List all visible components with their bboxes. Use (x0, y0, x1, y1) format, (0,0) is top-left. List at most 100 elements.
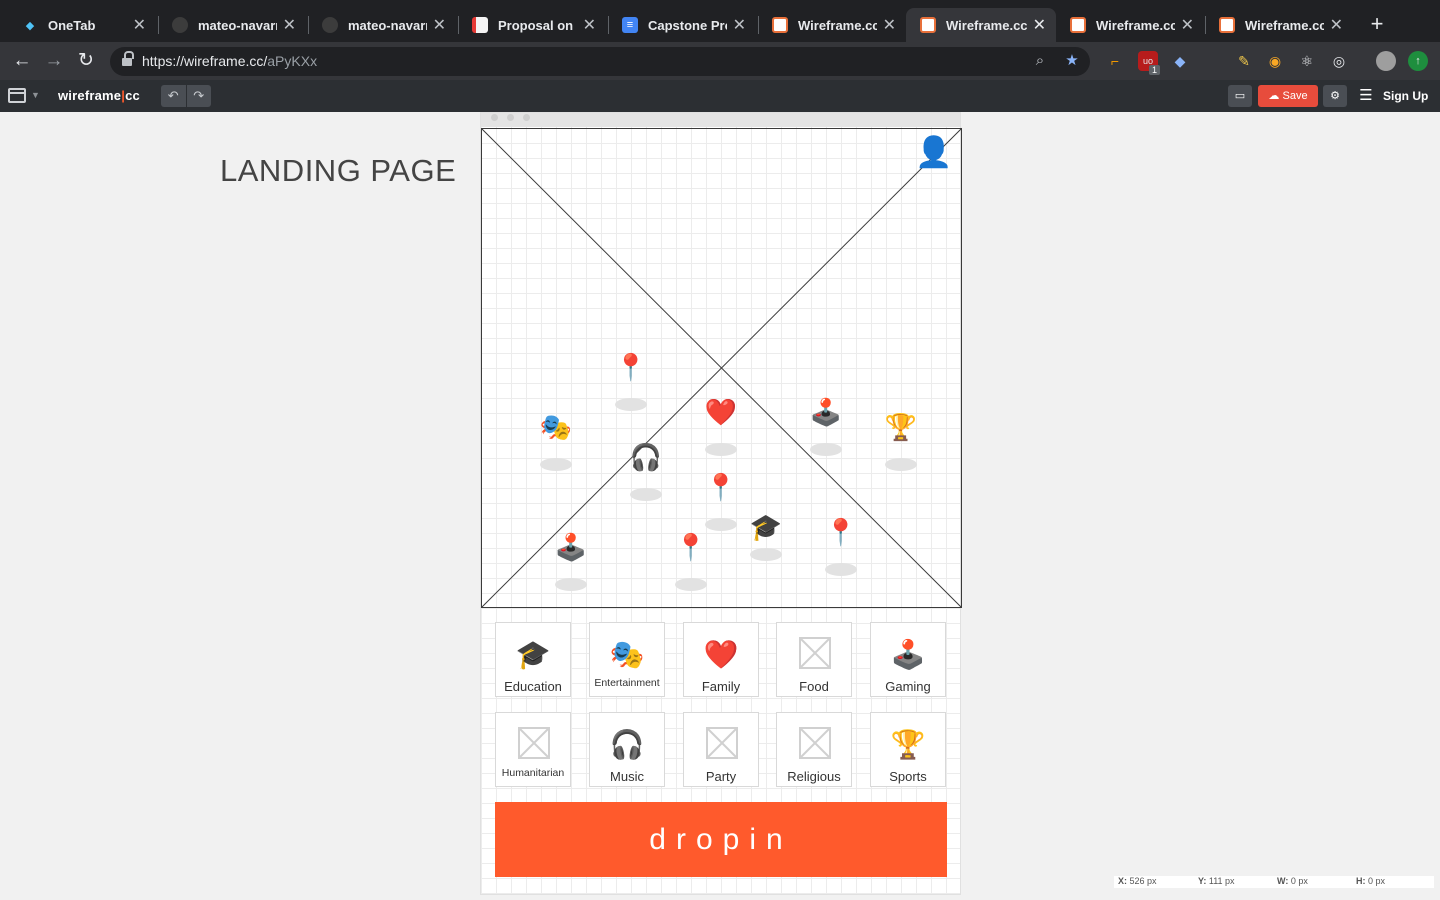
tab-capstone[interactable]: ≡ Capstone Proje ✕ (608, 8, 756, 42)
close-tab-icon[interactable]: ✕ (883, 15, 896, 35)
save-button[interactable]: ☁ Save (1258, 85, 1318, 107)
headphones-icon[interactable]: 🎧 (629, 440, 663, 474)
close-tab-icon[interactable]: ✕ (283, 15, 296, 35)
close-tab-icon[interactable]: ✕ (583, 15, 596, 35)
close-tab-icon[interactable]: ✕ (733, 15, 746, 35)
tab-title: Wireframe.cc - (1245, 17, 1324, 33)
category-education[interactable]: 🎓 Education (495, 622, 571, 697)
redo-icon[interactable]: ↷ (185, 85, 212, 107)
app-logo: wireframe|cc (58, 88, 140, 103)
trophy-icon: 🏆 (890, 729, 926, 760)
device-header (481, 113, 960, 127)
theater-masks-icon[interactable]: 🎭 (539, 410, 573, 444)
tab-github-2[interactable]: mateo-navarre ✕ (308, 8, 456, 42)
menu-icon[interactable]: ☰ (1355, 85, 1377, 107)
tab-wireframe-active[interactable]: Wireframe.cc - ✕ (906, 8, 1056, 42)
window-icon[interactable] (8, 88, 26, 103)
pin-shadow (555, 578, 587, 591)
graduation-cap-icon[interactable]: 🎓 (749, 510, 783, 544)
heart-icon: ❤️ (703, 639, 739, 670)
comment-icon[interactable]: ▭ (1228, 85, 1252, 107)
category-music[interactable]: 🎧 Music (589, 712, 665, 787)
category-label: Music (610, 769, 644, 784)
tab-wireframe-4[interactable]: Wireframe.cc - ✕ (1205, 8, 1353, 42)
dropin-button[interactable]: dropin (495, 802, 947, 877)
category-label: Entertainment (594, 677, 660, 689)
tab-proposal[interactable]: Proposal on 5.1 ✕ (458, 8, 606, 42)
close-tab-icon[interactable]: ✕ (1330, 15, 1343, 35)
headphones-icon: 🎧 (609, 729, 645, 760)
map-pin-icon[interactable]: 📍 (824, 515, 858, 549)
heart-icon[interactable]: ❤️ (704, 395, 738, 429)
settings-sliders-icon[interactable]: ⚙ (1323, 85, 1347, 107)
user-avatar-icon[interactable]: 👤 (915, 135, 952, 170)
forward-icon[interactable]: → (41, 49, 67, 73)
category-entertainment[interactable]: 🎭 Entertainment (589, 622, 665, 697)
pin-shadow (705, 443, 737, 456)
reload-icon[interactable]: ↻ (73, 49, 99, 73)
extension-hammer-icon[interactable]: ⌐ (1105, 51, 1125, 71)
category-family[interactable]: ❤️ Family (683, 622, 759, 697)
category-label: Food (799, 679, 829, 694)
github-icon (322, 17, 338, 33)
close-tab-icon[interactable]: ✕ (433, 15, 446, 35)
close-tab-icon[interactable]: ✕ (133, 15, 146, 35)
back-icon[interactable]: ← (9, 49, 35, 73)
undo-icon[interactable]: ↶ (161, 85, 186, 107)
mobile-frame[interactable]: 📍 🎭 🎧 ❤️ 📍 🕹️ 🏆 🎓 📍 🕹️ 📍 👤 🎓 Education 🎭… (480, 112, 962, 895)
image-placeholder-icon (706, 727, 738, 759)
sign-up-link[interactable]: Sign Up (1383, 89, 1428, 103)
tab-onetab[interactable]: ◆ OneTab ✕ (8, 8, 156, 42)
tab-wireframe-3[interactable]: Wireframe.cc - ✕ (1056, 8, 1204, 42)
new-tab-icon[interactable]: + (1366, 12, 1388, 36)
page-title: LANDING PAGE (220, 153, 457, 188)
extension-badge: 1 (1149, 65, 1161, 75)
map-pin-icon[interactable]: 📍 (674, 530, 708, 564)
map-pin-icon[interactable]: 📍 (614, 350, 648, 384)
browser-toolbar: ← → ↻ https://wireframe.cc/aPyKXx ⌕ ★ ⌐ … (0, 42, 1440, 80)
trophy-icon[interactable]: 🏆 (884, 410, 918, 444)
tab-title: OneTab (48, 17, 96, 33)
owl-extension-icon[interactable]: ◉ (1265, 51, 1285, 71)
proposal-icon (472, 17, 488, 33)
category-label: Party (705, 769, 737, 784)
pencil-extension-icon[interactable]: ✎ (1234, 51, 1254, 71)
url-text: https://wireframe.cc/aPyKXx (142, 53, 318, 69)
react-devtools-icon[interactable]: ⚛ (1297, 51, 1317, 71)
chevron-down-icon[interactable]: ▼ (31, 90, 40, 100)
tab-github-1[interactable]: mateo-navarre ✕ (158, 8, 306, 42)
category-humanitarian[interactable]: Humanitarian (495, 712, 571, 787)
close-tab-icon[interactable]: ✕ (1033, 15, 1046, 35)
category-label: Family (701, 679, 741, 694)
target-extension-icon[interactable]: ◎ (1329, 51, 1349, 71)
joystick-icon[interactable]: 🕹️ (554, 530, 588, 564)
theater-masks-icon: 🎭 (609, 639, 645, 670)
wireframe-icon (920, 17, 936, 33)
map-pin-icon[interactable]: 📍 (704, 470, 738, 504)
wireframe-icon (1219, 17, 1235, 33)
coordinate-readout: X: 526 px Y: 111 px W: 0 px H: 0 px (1114, 876, 1434, 888)
pin-shadow (705, 518, 737, 531)
tab-wireframe-1[interactable]: Wireframe.cc - ✕ (758, 8, 906, 42)
image-placeholder-icon (799, 727, 831, 759)
category-food[interactable]: Food (776, 622, 852, 697)
app-toolbar: ▼ wireframe|cc ↶ ↷ ▭ ☁ Save ⚙ ☰ Sign Up (0, 80, 1440, 112)
wireframe-icon (1070, 17, 1086, 33)
close-tab-icon[interactable]: ✕ (1181, 15, 1194, 35)
zoom-icon[interactable]: ⌕ (1030, 51, 1050, 71)
map-placeholder[interactable]: 📍 🎭 🎧 ❤️ 📍 🕹️ 🏆 🎓 📍 🕹️ 📍 👤 (481, 128, 962, 608)
joystick-icon[interactable]: 🕹️ (809, 395, 843, 429)
lock-icon (122, 51, 134, 67)
category-label: Gaming (885, 679, 931, 694)
onetab-extension-icon[interactable]: ◆ (1170, 51, 1190, 71)
bookmark-star-icon[interactable]: ★ (1062, 51, 1082, 71)
profile-avatar-icon[interactable] (1376, 51, 1396, 71)
update-icon[interactable]: ↑ (1408, 51, 1428, 71)
canvas[interactable]: LANDING PAGE 📍 🎭 🎧 ❤️ 📍 🕹️ 🏆 🎓 📍 🕹️ 📍 👤 … (0, 112, 1440, 900)
category-gaming[interactable]: 🕹️ Gaming (870, 622, 946, 697)
category-party[interactable]: Party (683, 712, 759, 787)
category-religious[interactable]: Religious (776, 712, 852, 787)
category-sports[interactable]: 🏆 Sports (870, 712, 946, 787)
address-bar[interactable]: https://wireframe.cc/aPyKXx ⌕ ★ (110, 47, 1090, 76)
docs-icon: ≡ (622, 17, 638, 33)
